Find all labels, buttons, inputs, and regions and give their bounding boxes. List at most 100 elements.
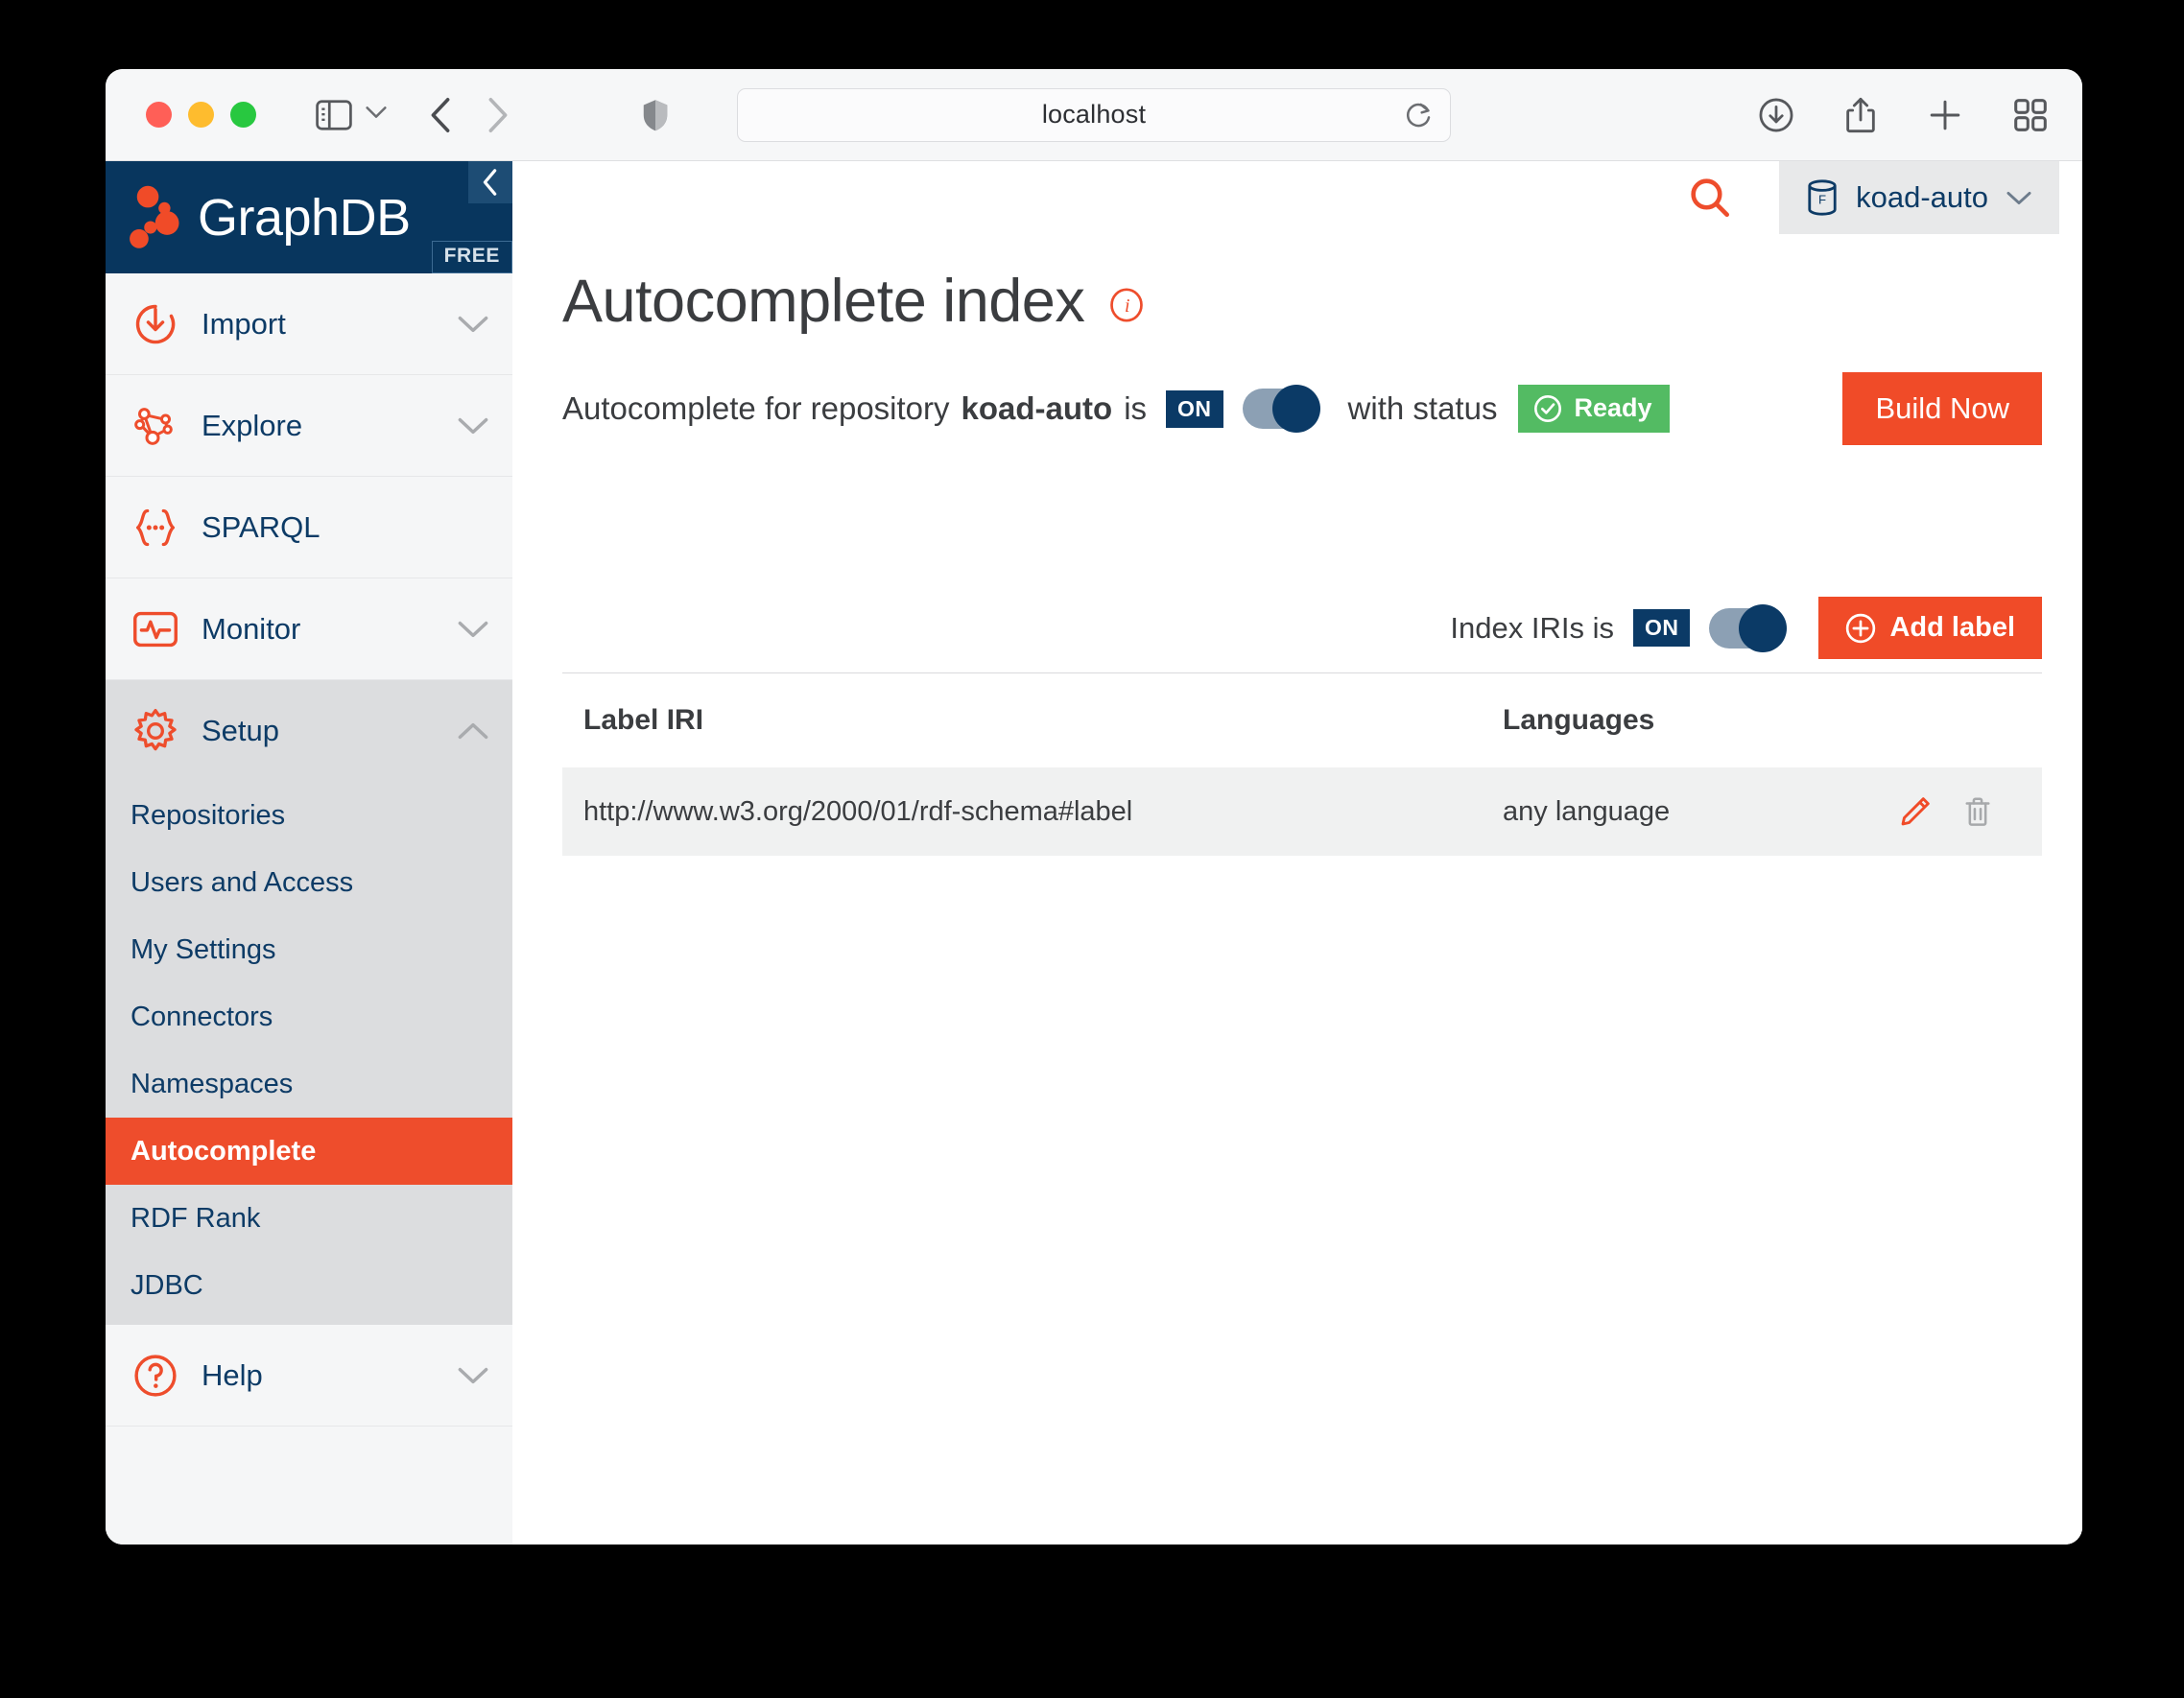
sidebar-subitem-my-settings[interactable]: My Settings bbox=[106, 916, 512, 983]
sidebar-item-import[interactable]: Import bbox=[106, 273, 512, 375]
chevron-left-icon[interactable] bbox=[429, 97, 452, 133]
window-controls bbox=[146, 102, 256, 128]
table-row: http://www.w3.org/2000/01/rdf-schema#lab… bbox=[562, 767, 2042, 856]
sidebar-subitem-users-and-access[interactable]: Users and Access bbox=[106, 849, 512, 916]
sidebar-item-sparql[interactable]: SPARQL bbox=[106, 477, 512, 578]
status-prefix: Autocomplete for repository bbox=[562, 390, 950, 426]
sidebar-collapse-button[interactable] bbox=[468, 161, 512, 203]
row-actions bbox=[1898, 794, 2042, 829]
column-header-languages: Languages bbox=[1503, 704, 1655, 736]
chevron-down-icon[interactable] bbox=[457, 315, 489, 334]
chevron-right-icon[interactable] bbox=[487, 97, 510, 133]
brand-name: GraphDB bbox=[198, 188, 411, 247]
sidebar-item-label: Help bbox=[202, 1357, 263, 1392]
browser-window: localhost GraphDB FREE Import Explore SP… bbox=[106, 69, 2082, 1545]
cell-label-iri: http://www.w3.org/2000/01/rdf-schema#lab… bbox=[583, 795, 1133, 827]
add-label-button[interactable]: Add label bbox=[1818, 597, 2042, 659]
browser-toolbar: localhost bbox=[106, 69, 2082, 161]
graphdb-logo: GraphDB bbox=[129, 182, 411, 253]
chevron-left-icon bbox=[483, 169, 497, 196]
cell-languages: any language bbox=[1503, 795, 1671, 827]
table-header-row: Label IRI Languages bbox=[562, 673, 2042, 767]
chevron-down-icon[interactable] bbox=[457, 416, 489, 436]
chevron-down-icon[interactable] bbox=[2006, 190, 2032, 206]
repository-selector[interactable]: F koad-auto bbox=[1779, 161, 2059, 234]
with-status-label: with status bbox=[1347, 390, 1498, 426]
reload-icon[interactable] bbox=[1404, 101, 1433, 130]
sidebar-subitem-connectors[interactable]: Connectors bbox=[106, 983, 512, 1050]
page-content: Autocomplete index i Autocomplete for re… bbox=[512, 253, 2082, 856]
gear-icon bbox=[131, 706, 180, 756]
brand-header: GraphDB FREE bbox=[106, 161, 512, 273]
sidebar-item-label: Monitor bbox=[202, 611, 301, 646]
sidebar-item-label: Import bbox=[202, 306, 286, 341]
labels-table: Label IRI Languages http://www.w3.org/20… bbox=[562, 672, 2042, 856]
monitor-pulse-icon bbox=[131, 604, 180, 654]
import-icon bbox=[131, 299, 180, 349]
help-question-icon bbox=[131, 1351, 180, 1401]
add-label-text: Add label bbox=[1889, 612, 2015, 643]
toggle-knob bbox=[1739, 603, 1788, 652]
sparql-braces-icon bbox=[131, 503, 180, 553]
trash-icon[interactable] bbox=[1961, 795, 1994, 828]
sidebar-item-label: Setup bbox=[202, 714, 280, 747]
sidebar-item-help[interactable]: Help bbox=[106, 1325, 512, 1427]
main-header: F koad-auto bbox=[512, 161, 2082, 253]
grid-icon[interactable] bbox=[2013, 98, 2048, 132]
sidebar-subitem-jdbc[interactable]: JDBC bbox=[106, 1252, 512, 1319]
sidebar-item-explore[interactable]: Explore bbox=[106, 375, 512, 477]
page-title-row: Autocomplete index i bbox=[562, 267, 2042, 336]
sidebar: GraphDB FREE Import Explore SPARQL Monit… bbox=[106, 161, 512, 1545]
graphdb-app: GraphDB FREE Import Explore SPARQL Monit… bbox=[106, 161, 2082, 1545]
plus-circle-icon bbox=[1845, 613, 1876, 644]
autocomplete-on-chip: ON bbox=[1166, 389, 1223, 428]
repository-name: koad-auto bbox=[1856, 180, 1988, 214]
sidebar-item-setup[interactable]: Setup bbox=[106, 680, 512, 782]
index-iris-on-chip: ON bbox=[1632, 609, 1691, 647]
sidebar-subitem-repositories[interactable]: Repositories bbox=[106, 782, 512, 849]
minimize-window-button[interactable] bbox=[188, 102, 214, 128]
status-badge-label: Ready bbox=[1574, 393, 1652, 422]
index-iris-row: Index IRIs is ON Add label bbox=[562, 597, 2042, 659]
share-icon[interactable] bbox=[1844, 96, 1877, 134]
plus-icon[interactable] bbox=[1927, 97, 1963, 133]
sidebar-subitem-rdf-rank[interactable]: RDF Rank bbox=[106, 1185, 512, 1252]
sidebar-item-label: SPARQL bbox=[202, 509, 320, 544]
database-free-icon: F bbox=[1806, 179, 1839, 216]
download-icon[interactable] bbox=[1758, 97, 1794, 133]
chevron-up-icon[interactable] bbox=[457, 721, 489, 741]
chevron-down-icon[interactable] bbox=[366, 106, 387, 124]
close-window-button[interactable] bbox=[146, 102, 172, 128]
chevron-down-icon[interactable] bbox=[457, 620, 489, 639]
status-badge: Ready bbox=[1518, 385, 1670, 433]
pencil-icon[interactable] bbox=[1898, 794, 1933, 829]
svg-text:F: F bbox=[1818, 192, 1826, 206]
status-repository: koad-auto bbox=[961, 390, 1113, 426]
shield-icon[interactable] bbox=[642, 98, 669, 132]
index-iris-label: Index IRIs is bbox=[1450, 610, 1614, 645]
main-content: F koad-auto Autocomplete index i Autocom… bbox=[512, 161, 2082, 1545]
status-is-label: is bbox=[1124, 390, 1148, 426]
sidebar-subitem-autocomplete[interactable]: Autocomplete bbox=[106, 1118, 512, 1185]
build-now-button[interactable]: Build Now bbox=[1842, 372, 2042, 445]
maximize-window-button[interactable] bbox=[230, 102, 256, 128]
sidebar-subitem-namespaces[interactable]: Namespaces bbox=[106, 1050, 512, 1118]
search-icon[interactable] bbox=[1664, 161, 1756, 234]
column-header-label-iri: Label IRI bbox=[583, 704, 704, 736]
url-text: localhost bbox=[1041, 100, 1147, 129]
sidebar-item-label: Explore bbox=[202, 408, 303, 442]
info-icon[interactable]: i bbox=[1109, 288, 1144, 322]
autocomplete-toggle[interactable] bbox=[1242, 385, 1320, 433]
index-iris-toggle[interactable] bbox=[1709, 603, 1788, 652]
autocomplete-status-row: Autocomplete for repository koad-auto is… bbox=[562, 372, 2042, 445]
page-title: Autocomplete index bbox=[562, 268, 1085, 335]
explore-graph-icon bbox=[131, 401, 180, 451]
check-circle-icon bbox=[1533, 394, 1562, 423]
logo-dots-icon bbox=[130, 185, 179, 248]
sidebar-item-monitor[interactable]: Monitor bbox=[106, 578, 512, 680]
toggle-knob bbox=[1271, 385, 1320, 433]
address-bar[interactable]: localhost bbox=[737, 87, 1451, 142]
sidebar-icon[interactable] bbox=[316, 99, 352, 130]
chevron-down-icon[interactable] bbox=[457, 1366, 489, 1385]
edition-badge: FREE bbox=[431, 241, 512, 273]
